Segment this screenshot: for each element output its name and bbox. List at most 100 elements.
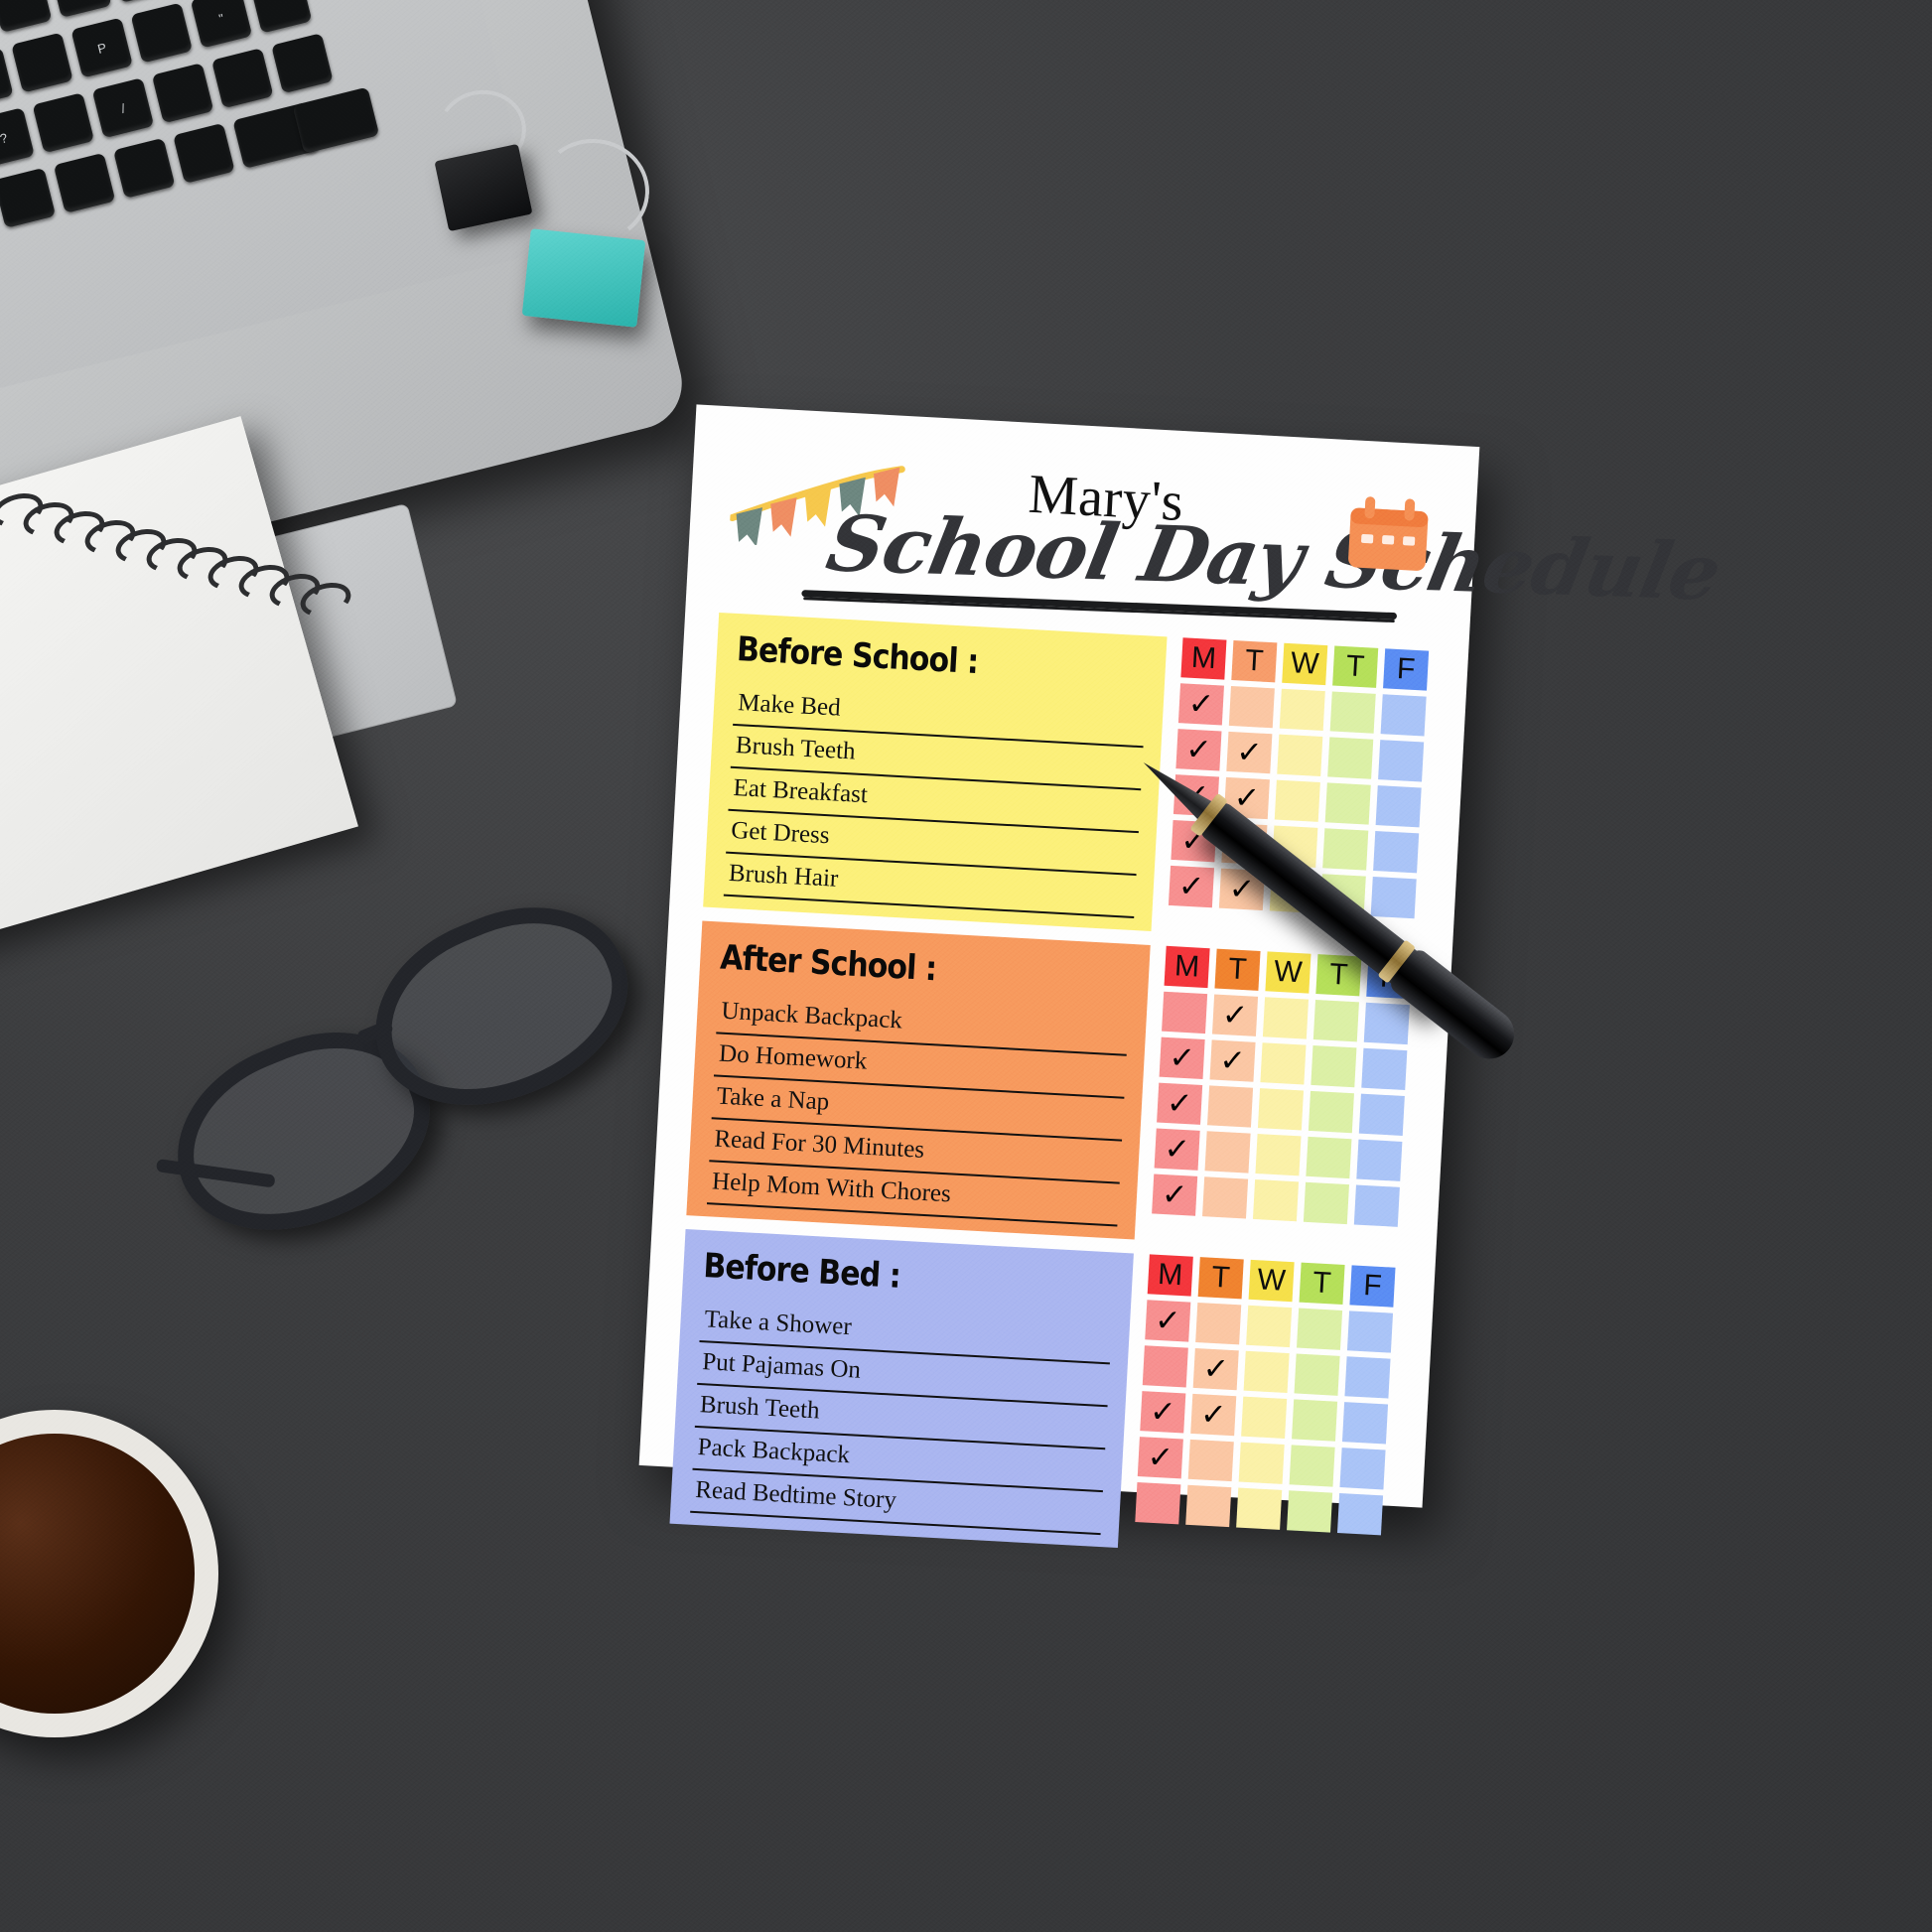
checkbox-cell[interactable]	[1135, 1482, 1181, 1525]
checkbox-cell[interactable]	[1257, 1088, 1305, 1131]
checkbox-cell[interactable]	[1195, 1303, 1242, 1345]
checkbox-cell[interactable]	[1204, 1131, 1251, 1173]
checkbox-cell[interactable]	[1336, 1493, 1384, 1536]
task-item[interactable]: Brush Teeth	[694, 1384, 1108, 1450]
task-item[interactable]: Make Bed	[733, 682, 1146, 749]
checkbox-cell[interactable]: ✓	[1173, 774, 1219, 817]
checkbox-cell[interactable]	[1241, 1396, 1288, 1439]
laptop-trackpad[interactable]	[118, 502, 458, 778]
checkbox-cell[interactable]	[1327, 737, 1374, 779]
task-item[interactable]: Take a Shower	[699, 1300, 1113, 1365]
checkbox-cell[interactable]	[1202, 1176, 1249, 1219]
keyboard-key[interactable]: /	[91, 77, 155, 139]
checkbox-cell[interactable]	[1185, 1484, 1232, 1528]
checkbox-cell[interactable]	[1339, 1448, 1386, 1490]
checkbox-cell[interactable]: ✓	[1190, 1393, 1237, 1437]
checkbox-cell[interactable]	[1142, 1345, 1188, 1388]
checkbox-cell[interactable]	[1272, 825, 1318, 868]
checkbox-cell[interactable]	[1294, 1353, 1340, 1396]
task-item[interactable]: Brush Hair	[723, 853, 1137, 919]
keyboard-key[interactable]: P	[70, 17, 133, 78]
keyboard-key[interactable]	[271, 33, 334, 94]
checkbox-cell[interactable]	[1274, 779, 1320, 822]
checkbox-cell[interactable]	[1308, 1090, 1354, 1134]
checkbox-cell[interactable]	[1303, 1181, 1349, 1225]
checkbox-cell[interactable]	[1252, 1178, 1300, 1222]
laptop-keyboard[interactable]: F11F12delete+=|{}enterreturnP"shift?/	[0, 0, 469, 373]
checkbox-cell[interactable]: ✓	[1175, 729, 1222, 771]
checkbox-cell[interactable]	[1370, 876, 1417, 919]
keyboard-key[interactable]	[53, 152, 116, 213]
keyboard-key[interactable]	[112, 137, 176, 199]
task-item[interactable]: Do Homework	[713, 1034, 1127, 1099]
keyboard-key[interactable]	[109, 0, 172, 3]
checkbox-cell[interactable]	[1243, 1350, 1290, 1394]
keyboard-key[interactable]	[151, 63, 214, 124]
checkbox-cell[interactable]: ✓	[1177, 683, 1224, 726]
checkbox-cell[interactable]: ✓	[1192, 1347, 1239, 1391]
checkbox-cell[interactable]: ✓	[1140, 1391, 1186, 1434]
keyboard-key[interactable]: ?	[0, 107, 35, 169]
checkbox-cell[interactable]: ✓	[1171, 819, 1217, 863]
keyboard-key[interactable]	[11, 32, 73, 93]
checkbox-cell[interactable]	[1287, 1490, 1333, 1533]
checkbox-cell[interactable]	[1329, 691, 1376, 734]
checkbox-cell[interactable]	[1380, 694, 1427, 737]
checkbox-cell[interactable]	[1346, 1311, 1394, 1353]
checkbox-cell[interactable]	[1324, 782, 1371, 825]
checkbox-cell[interactable]: ✓	[1168, 865, 1215, 908]
checkbox-cell[interactable]: ✓	[1218, 868, 1265, 911]
task-item[interactable]: Help Mom With Chores	[706, 1162, 1120, 1227]
checkbox-cell[interactable]	[1207, 1085, 1254, 1128]
checkbox-cell[interactable]	[1361, 1047, 1408, 1091]
keyboard-key[interactable]	[232, 101, 321, 169]
checkbox-cell[interactable]: ✓	[1145, 1300, 1191, 1342]
keyboard-key[interactable]: "	[190, 0, 253, 49]
task-item[interactable]: Unpack Backpack	[716, 991, 1129, 1056]
checkbox-cell[interactable]	[1373, 831, 1420, 874]
checkbox-cell[interactable]	[1277, 734, 1323, 776]
keyboard-key[interactable]	[292, 86, 380, 154]
keyboard-key[interactable]	[32, 92, 95, 154]
keyboard-key[interactable]	[0, 0, 53, 33]
keyboard-key[interactable]	[210, 48, 274, 109]
keyboard-key[interactable]: return	[0, 47, 14, 108]
checkbox-cell[interactable]	[1246, 1305, 1293, 1348]
checkbox-cell[interactable]	[1292, 1399, 1338, 1442]
checkbox-cell[interactable]	[1358, 1093, 1405, 1136]
task-item[interactable]: Eat Breakfast	[728, 767, 1142, 834]
checkbox-cell[interactable]: ✓	[1152, 1173, 1198, 1216]
checkbox-cell[interactable]	[1375, 785, 1422, 828]
checkbox-cell[interactable]	[1356, 1139, 1403, 1181]
checkbox-cell[interactable]	[1289, 1445, 1335, 1487]
checkbox-cell[interactable]	[1262, 997, 1310, 1039]
task-item[interactable]: Put Pajamas On	[697, 1341, 1110, 1408]
checkbox-cell[interactable]: ✓	[1137, 1437, 1183, 1479]
checkbox-cell[interactable]	[1344, 1356, 1391, 1399]
checkbox-cell[interactable]: ✓	[1211, 994, 1259, 1036]
checkbox-cell[interactable]	[1297, 1308, 1343, 1350]
keyboard-key[interactable]	[249, 0, 313, 34]
checkbox-cell[interactable]	[1238, 1442, 1285, 1484]
task-item[interactable]: Read For 30 Minutes	[709, 1119, 1122, 1184]
checkbox-cell[interactable]	[1312, 1000, 1359, 1042]
checkbox-cell[interactable]: ✓	[1154, 1128, 1200, 1171]
checkbox-cell[interactable]	[1319, 874, 1366, 916]
checkbox-cell[interactable]	[1322, 828, 1369, 871]
checkbox-cell[interactable]	[1311, 1044, 1357, 1088]
task-item[interactable]: Get Dress	[726, 810, 1139, 877]
task-item[interactable]: Read Bedtime Story	[690, 1469, 1103, 1536]
checkbox-cell[interactable]	[1341, 1402, 1389, 1445]
checkbox-cell[interactable]	[1269, 871, 1315, 913]
keyboard-key[interactable]	[0, 167, 57, 228]
checkbox-cell[interactable]	[1306, 1136, 1352, 1179]
checkbox-cell[interactable]	[1353, 1184, 1400, 1227]
keyboard-key[interactable]: {	[50, 0, 112, 18]
checkbox-cell[interactable]	[1279, 688, 1325, 732]
checkbox-cell[interactable]	[1162, 991, 1208, 1035]
checkbox-cell[interactable]: ✓	[1157, 1082, 1203, 1125]
task-item[interactable]: Take a Nap	[711, 1076, 1125, 1142]
checkbox-cell[interactable]: ✓	[1223, 776, 1270, 820]
checkbox-cell[interactable]	[1363, 1002, 1410, 1045]
keyboard-key[interactable]	[130, 2, 194, 64]
